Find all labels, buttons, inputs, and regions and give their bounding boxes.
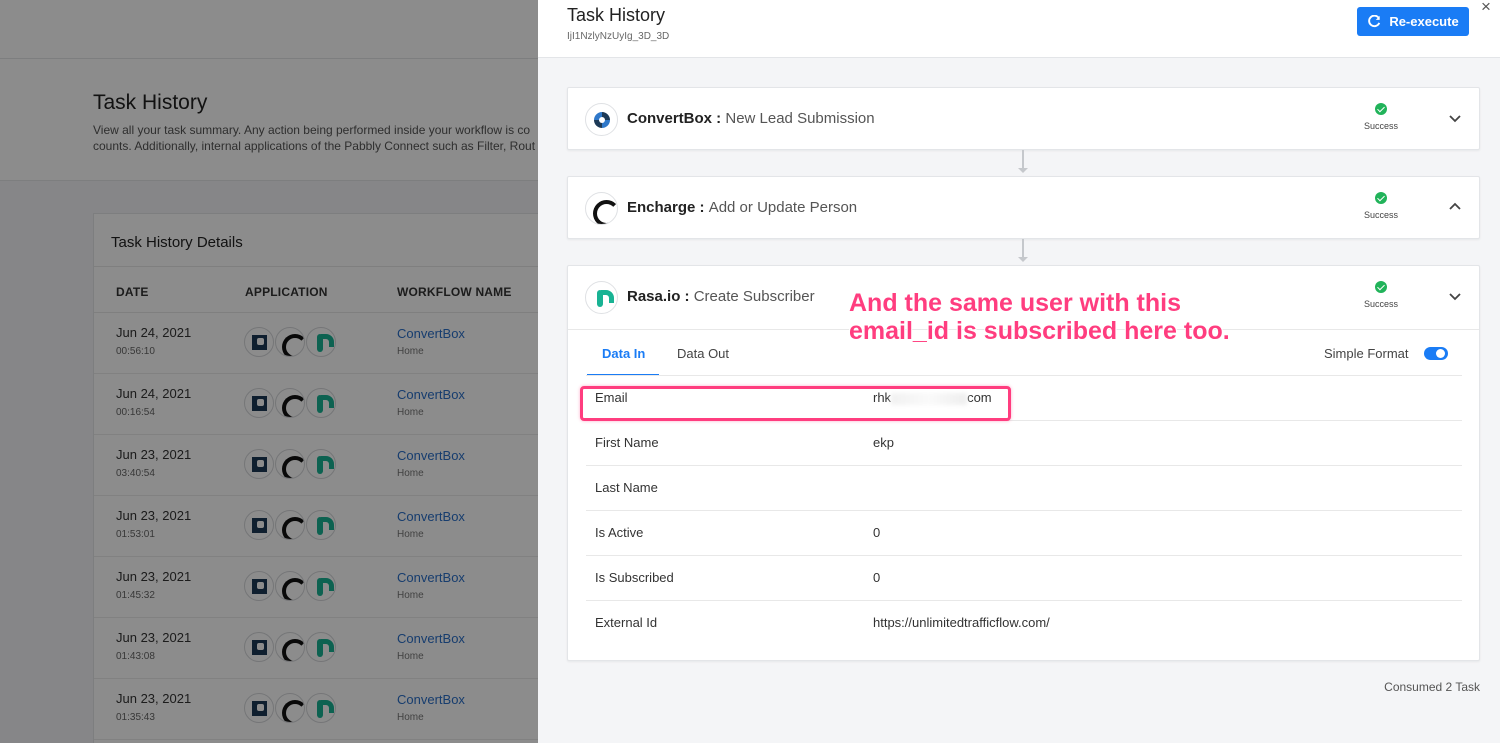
field-row-last-name: Last Name xyxy=(586,465,1462,510)
field-value: 0 xyxy=(873,525,881,540)
simple-format-toggle[interactable] xyxy=(1424,347,1448,360)
chevron-up-icon[interactable] xyxy=(1448,200,1462,214)
step-connector xyxy=(1018,150,1028,173)
field-key: First Name xyxy=(595,435,659,450)
re-execute-label: Re-execute xyxy=(1389,14,1459,29)
encharge-logo-icon xyxy=(585,192,618,225)
field-value: https://unlimitedtrafficflow.com/ xyxy=(873,615,1050,630)
consumed-tasks: Consumed 2 Task xyxy=(1384,680,1480,694)
step-header[interactable]: Encharge : Add or Update Person Success xyxy=(568,177,1479,240)
step-header[interactable]: ConvertBox : New Lead Submission Success xyxy=(568,88,1479,151)
drawer-title: Task History xyxy=(567,5,666,25)
field-row-first-name: First Name ekp xyxy=(586,420,1462,465)
status-badge: Success xyxy=(1356,103,1406,131)
check-icon xyxy=(1375,103,1387,115)
task-history-drawer: Task History IjI1NzlyNzUyIg_3D_3D Re-exe… xyxy=(538,0,1500,743)
step-convertbox[interactable]: ConvertBox : New Lead Submission Success xyxy=(567,87,1480,150)
field-row-external-id: External Id https://unlimitedtrafficflow… xyxy=(586,600,1462,645)
status-text: Success xyxy=(1363,121,1398,131)
tab-data-in[interactable]: Data In xyxy=(602,346,645,361)
field-value: ekp xyxy=(873,435,894,450)
chevron-down-icon[interactable] xyxy=(1448,111,1462,125)
field-key: External Id xyxy=(595,615,658,630)
field-row-is-active: Is Active 0 xyxy=(586,510,1462,555)
tab-data-out[interactable]: Data Out xyxy=(677,346,729,361)
step-encharge[interactable]: Encharge : Add or Update Person Success xyxy=(567,176,1480,239)
annotation-highlight-box xyxy=(580,386,1011,421)
field-value: 0 xyxy=(873,570,881,585)
status-badge: Success xyxy=(1356,281,1406,309)
convertbox-logo-icon xyxy=(585,103,618,136)
rasa-logo-icon xyxy=(585,281,618,314)
step-action: New Lead Submission xyxy=(725,110,875,127)
step-title: Rasa.io : Create Subscriber xyxy=(627,288,815,305)
refresh-icon xyxy=(1368,14,1381,27)
step-app-name: Rasa.io : xyxy=(627,288,690,305)
check-icon xyxy=(1375,281,1387,293)
status-badge: Success xyxy=(1356,192,1406,220)
modal-overlay[interactable] xyxy=(0,0,538,743)
re-execute-button[interactable]: Re-execute xyxy=(1357,7,1469,36)
step-app-name: Encharge : xyxy=(627,199,705,216)
step-title: ConvertBox : New Lead Submission xyxy=(627,110,875,127)
status-text: Success xyxy=(1363,210,1398,220)
annotation-line-1: And the same user with this xyxy=(849,289,1182,317)
step-action: Add or Update Person xyxy=(708,199,858,216)
drawer-header: Task History IjI1NzlyNzUyIg_3D_3D Re-exe… xyxy=(538,0,1500,58)
step-title: Encharge : Add or Update Person xyxy=(627,199,857,216)
close-icon[interactable]: × xyxy=(1481,0,1491,17)
check-icon xyxy=(1375,192,1387,204)
simple-format-label: Simple Format xyxy=(1324,346,1409,361)
annotation-line-2: email_id is subscribed here too. xyxy=(849,317,1230,345)
task-id: IjI1NzlyNzUyIg_3D_3D xyxy=(567,31,670,42)
status-text: Success xyxy=(1363,299,1398,309)
step-app-name: ConvertBox : xyxy=(627,110,722,127)
step-action: Create Subscriber xyxy=(693,288,815,305)
step-connector xyxy=(1018,239,1028,262)
field-key: Is Subscribed xyxy=(595,570,674,585)
field-key: Last Name xyxy=(595,480,658,495)
chevron-down-icon[interactable] xyxy=(1448,289,1462,303)
annotation-text: And the same user with this email_id is … xyxy=(849,289,1289,345)
field-row-is-subscribed: Is Subscribed 0 xyxy=(586,555,1462,600)
field-key: Is Active xyxy=(595,525,644,540)
